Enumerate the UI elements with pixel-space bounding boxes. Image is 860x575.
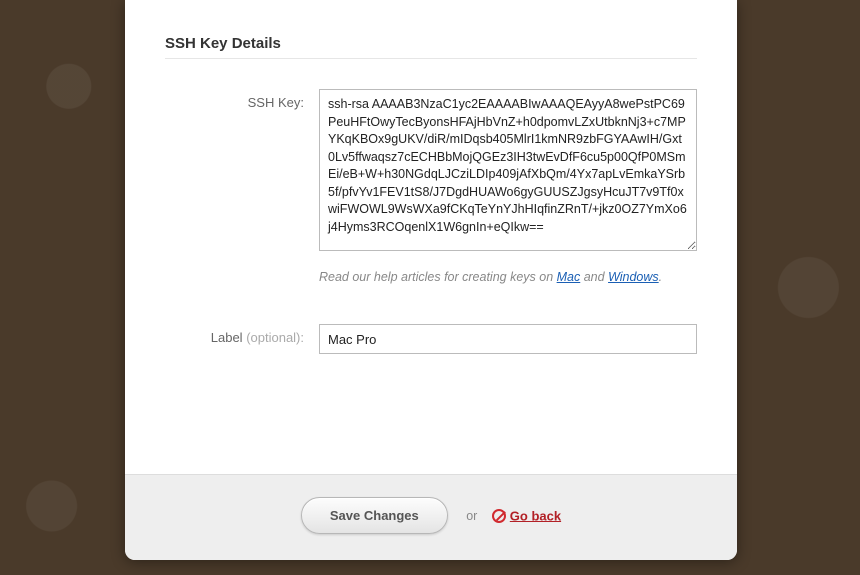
label-row: Label (optional): xyxy=(165,324,697,354)
ssh-key-field-wrapper: Read our help articles for creating keys… xyxy=(319,89,697,312)
cancel-icon xyxy=(492,509,506,523)
section-title: SSH Key Details xyxy=(165,35,697,59)
help-text: Read our help articles for creating keys… xyxy=(319,270,697,284)
label-field-wrapper xyxy=(319,324,697,354)
help-link-windows[interactable]: Windows xyxy=(608,270,659,284)
help-prefix: Read our help articles for creating keys… xyxy=(319,270,557,284)
help-link-mac[interactable]: Mac xyxy=(557,270,581,284)
panel-body: SSH Key Details SSH Key: Read our help a… xyxy=(125,0,737,474)
help-suffix: . xyxy=(659,270,662,284)
go-back-label[interactable]: Go back xyxy=(510,508,561,523)
help-and: and xyxy=(580,270,608,284)
panel-footer: Save Changes or Go back xyxy=(125,474,737,560)
label-label: Label (optional): xyxy=(165,324,319,345)
go-back-link[interactable]: Go back xyxy=(492,507,561,524)
label-input[interactable] xyxy=(319,324,697,354)
label-label-main: Label xyxy=(211,330,243,345)
ssh-key-label: SSH Key: xyxy=(165,89,319,110)
ssh-key-textarea[interactable] xyxy=(319,89,697,251)
ssh-key-row: SSH Key: Read our help articles for crea… xyxy=(165,89,697,312)
or-text: or xyxy=(466,509,477,523)
ssh-key-details-panel: SSH Key Details SSH Key: Read our help a… xyxy=(125,0,737,560)
label-label-optional: (optional): xyxy=(243,330,304,345)
save-changes-button[interactable]: Save Changes xyxy=(301,497,448,534)
